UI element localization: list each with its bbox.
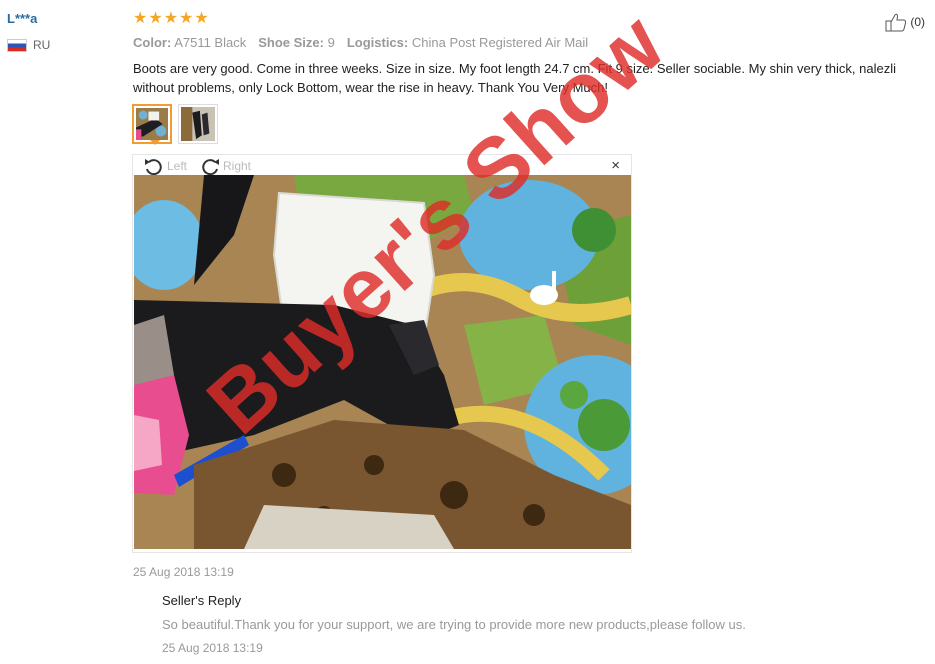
seller-reply-title: Seller's Reply [162, 593, 242, 608]
attribute-color: Color: A7511 Black [133, 35, 247, 50]
star-icon: ★ [148, 10, 163, 27]
reviewer-country: RU [7, 38, 50, 52]
rotate-right-button[interactable]: Right [199, 157, 251, 175]
star-icon: ★ [179, 10, 194, 27]
country-code: RU [33, 38, 51, 52]
review-thumbnails [132, 104, 218, 145]
star-icon: ★ [194, 10, 209, 27]
seller-reply-date: 25 Aug 2018 13:19 [162, 641, 263, 655]
thumbs-up-icon [885, 12, 907, 32]
rotate-left-icon [143, 157, 165, 175]
star-icon: ★ [133, 10, 148, 27]
attribute-logistics: Logistics: China Post Registered Air Mai… [346, 35, 589, 50]
rotate-right-icon [199, 157, 221, 175]
order-attributes: Color: A7511 Black Shoe Size: 9 Logistic… [133, 35, 588, 50]
star-icon: ★ [163, 10, 179, 27]
russia-flag-icon [7, 38, 27, 52]
helpful-count: (0) [910, 15, 925, 29]
rotate-left-label: Left [167, 159, 188, 173]
review-photo-thumbnail[interactable] [132, 104, 172, 145]
close-icon[interactable]: × [611, 157, 620, 174]
helpful-button[interactable]: (0) [885, 12, 925, 32]
rotate-right-label: Right [223, 159, 252, 173]
attribute-shoe-size: Shoe Size: 9 [258, 35, 335, 50]
review-date: 25 Aug 2018 13:19 [133, 565, 234, 579]
seller-reply-text: So beautiful.Thank you for your support,… [162, 617, 746, 632]
review-photo-thumbnail[interactable] [178, 104, 218, 144]
star-rating: ★ ★ ★ ★ ★ [133, 11, 209, 27]
rotate-left-button[interactable]: Left [143, 157, 187, 175]
reviewer-name: L***a [7, 11, 38, 26]
